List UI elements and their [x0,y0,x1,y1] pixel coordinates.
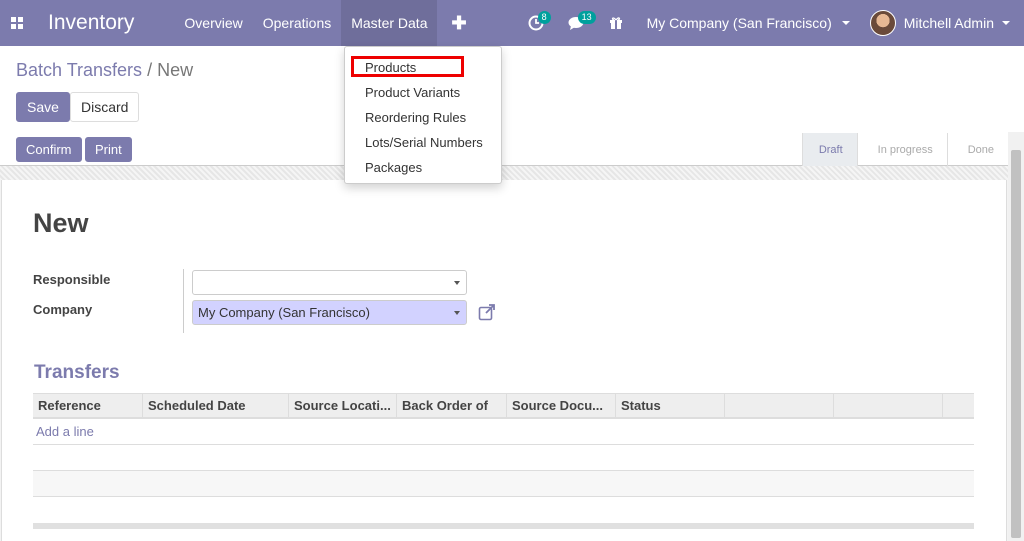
chevron-down-icon [841,21,850,25]
company-select[interactable]: My Company (San Francisco) [192,300,467,325]
add-line-link[interactable]: Add a line [36,424,94,439]
app-title[interactable]: Inventory [48,11,134,35]
column-empty-3 [943,394,974,417]
company-value: My Company (San Francisco) [198,305,370,320]
transfers-section-title: Transfers [34,362,120,383]
breadcrumb: Batch Transfers / New [16,60,193,81]
dropdown-item-lots-serial-numbers[interactable]: Lots/Serial Numbers [345,130,501,155]
company-switcher[interactable]: My Company (San Francisco) [635,15,862,31]
field-divider [183,269,184,333]
column-reference[interactable]: Reference [33,394,143,417]
column-empty-2 [834,394,943,417]
company-switcher-label: My Company (San Francisco) [646,15,832,31]
dropdown-item-product-variants[interactable]: Product Variants [345,80,501,105]
avatar [869,10,896,36]
table-footer [33,523,974,529]
gift-icon[interactable] [597,0,635,46]
print-button[interactable]: Print [85,137,132,162]
dropdown-item-packages[interactable]: Packages [345,155,501,180]
chevron-down-icon [454,311,460,315]
activity-count-badge: 8 [537,11,551,24]
table-row [33,471,974,497]
menu-operations[interactable]: Operations [253,0,341,46]
chevron-down-icon [1002,21,1010,25]
table-header: Reference Scheduled Date Source Locati..… [33,393,974,419]
column-source-document[interactable]: Source Docu... [507,394,616,417]
breadcrumb-current: New [157,60,194,80]
column-empty-1 [725,394,834,417]
breadcrumb-parent[interactable]: Batch Transfers [16,60,142,80]
discard-button[interactable]: Discard [70,92,140,122]
company-label: Company [33,302,93,317]
top-navbar: Inventory Overview Operations Master Dat… [0,0,1024,46]
stage-done[interactable]: Done [946,133,1008,166]
column-back-order-of[interactable]: Back Order of [397,394,507,417]
transfers-table: Reference Scheduled Date Source Locati..… [33,393,974,529]
record-title: New [33,208,89,238]
messages-icon[interactable]: 13 [556,0,597,46]
chevron-down-icon [454,281,460,285]
user-name: Mitchell Admin [903,15,994,31]
stage-draft[interactable]: Draft [801,133,857,166]
table-row [33,497,974,523]
stage-in-progress[interactable]: In progress [856,133,947,166]
column-source-location[interactable]: Source Locati... [289,394,397,417]
confirm-button[interactable]: Confirm [16,137,82,162]
scrollbar-thumb[interactable] [1011,150,1021,538]
save-button[interactable]: Save [16,92,70,122]
table-row: Add a line [33,419,974,445]
breadcrumb-separator: / [147,60,153,80]
apps-menu-icon[interactable] [0,0,34,46]
activity-clock-icon[interactable]: 8 [516,0,556,46]
external-link-icon[interactable] [478,303,496,321]
sheet-hatch-divider [0,166,1008,180]
products-highlight-box [351,56,464,77]
plus-icon[interactable]: ✚ [437,0,480,46]
responsible-label: Responsible [33,272,111,287]
user-menu[interactable]: Mitchell Admin [862,10,1024,36]
menu-overview[interactable]: Overview [174,0,252,46]
menu-master-data[interactable]: Master Data [341,0,438,46]
dropdown-item-reordering-rules[interactable]: Reordering Rules [345,105,501,130]
column-scheduled-date[interactable]: Scheduled Date [143,394,289,417]
status-stages: Draft In progress Done [801,133,1008,166]
table-row [33,445,974,471]
column-status[interactable]: Status [616,394,725,417]
message-count-badge: 13 [577,11,596,24]
responsible-select[interactable] [192,270,467,295]
